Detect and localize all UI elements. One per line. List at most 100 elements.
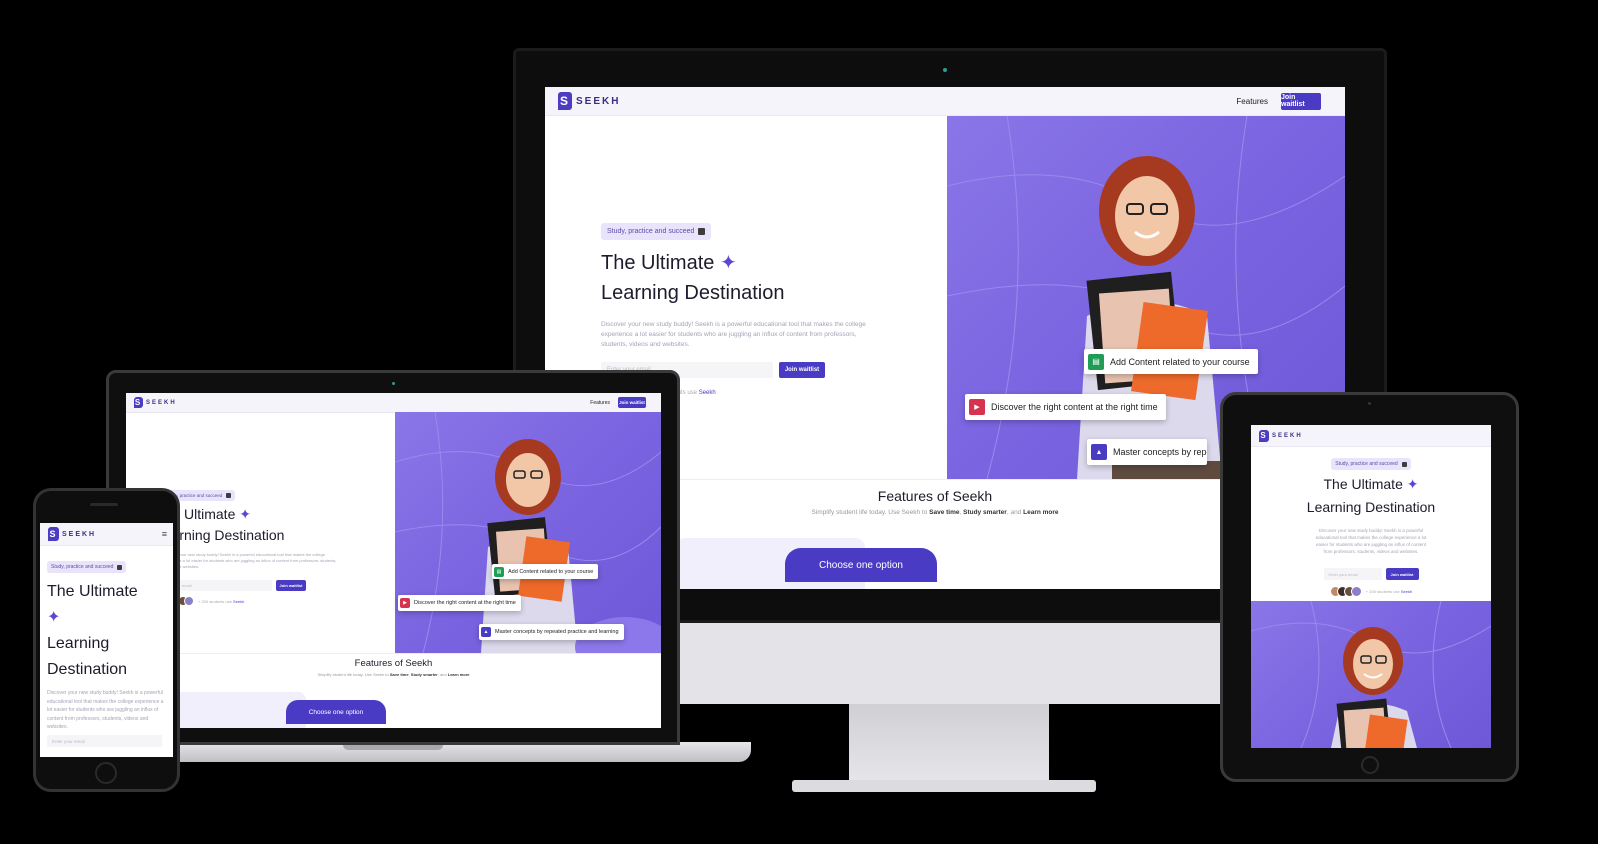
- students-brand: Seekh: [1400, 589, 1413, 594]
- hero-pill: Study, practice and succeed: [47, 561, 127, 573]
- hero-illustration: [395, 412, 661, 653]
- hero-pill: Study, practice and succeed: [1331, 458, 1411, 470]
- tablet-hero: Study, practice and succeed The Ultimate…: [1251, 452, 1491, 597]
- card-discover-label: Discover the right content at the right …: [414, 600, 516, 606]
- laptop-camera: [392, 382, 395, 385]
- features-title: Features of Seekh: [354, 658, 433, 669]
- hero-title-learning: Learning: [47, 635, 110, 652]
- sparkle-icon: ✦: [47, 609, 61, 626]
- hero-join-waitlist-button[interactable]: Join waitlist: [1385, 568, 1419, 580]
- hero-description: Discover your new study buddy! Seekh is …: [1315, 528, 1427, 554]
- learn-more-link[interactable]: Learn more: [448, 672, 470, 677]
- choose-one-option-button[interactable]: Choose one option: [785, 548, 937, 582]
- choose-one-option-button[interactable]: Choose one option: [286, 700, 386, 724]
- card-add-content: ▤ Add Content related to your course: [492, 564, 599, 579]
- book-icon: [698, 228, 706, 235]
- students-text: + 200 students use: [1365, 589, 1400, 594]
- nav-join-waitlist-button[interactable]: Join waitlist: [618, 397, 646, 408]
- hero-title: The Ultimate ✦ Learning Destination: [601, 248, 901, 308]
- hero-title: The Ultimate ✦ Learning Destination: [1251, 473, 1491, 519]
- phone-logo[interactable]: S SEEKH: [48, 527, 96, 541]
- book-icon: [226, 493, 232, 498]
- laptop-hero-image: [395, 412, 661, 653]
- logo-mark-icon: S: [48, 527, 59, 541]
- sparkle-icon: ✦: [1406, 476, 1419, 492]
- play-folder-icon: ▶: [400, 598, 410, 608]
- monitor-logo[interactable]: S SEEKH: [558, 92, 620, 110]
- hero-title-line2: Learning Destination: [1306, 499, 1436, 515]
- study-smarter-link[interactable]: Study smarter: [963, 509, 1007, 516]
- features-subtitle: Simplify student life today. Use Seekh t…: [317, 672, 470, 677]
- nav-link-features[interactable]: Features: [590, 400, 610, 406]
- learn-more-link[interactable]: Learn more: [1023, 509, 1058, 516]
- students-brand: Seekh: [233, 598, 245, 604]
- hero-signup-row: Enter your email Join waitlist: [1251, 568, 1491, 580]
- hero-title-line1: The Ultimate: [601, 252, 715, 274]
- hero-title-line1: The Ultimate: [1323, 476, 1403, 492]
- hero-title: The Ultimate ✦ Learning Destination: [47, 579, 169, 683]
- students-count: + 200 students use Seekh: [198, 599, 244, 604]
- hero-join-waitlist-button[interactable]: Join waitlist: [779, 362, 825, 378]
- document-icon: ▤: [1088, 353, 1104, 370]
- hero-title-line2: Learning Destination: [156, 527, 285, 543]
- save-time-link[interactable]: Save time: [929, 509, 959, 516]
- monitor-camera: [943, 68, 947, 72]
- nav-join-waitlist-button[interactable]: Join waitlist: [1281, 92, 1321, 110]
- phone-navbar: S SEEKH ≡: [40, 523, 173, 546]
- monitor-stand-neck: [849, 700, 1049, 782]
- card-master-label: Master concepts by repea: [1113, 447, 1207, 457]
- avatar: [184, 596, 194, 606]
- card-discover: ▶ Discover the right content at the righ…: [398, 595, 521, 611]
- hero-pill-label: Study, practice and succeed: [607, 228, 695, 235]
- save-time-link[interactable]: Save time: [390, 672, 409, 677]
- laptop-navbar: S SEEKH Features Join waitlist: [126, 393, 661, 413]
- avatar-group: + 200 students use Seekh: [1251, 586, 1491, 597]
- email-input[interactable]: Enter your email: [47, 735, 162, 747]
- logo-text: SEEKH: [62, 530, 97, 538]
- students-brand: Seekh: [698, 390, 716, 396]
- graduation-cap-icon: ▲: [1091, 444, 1107, 460]
- hero-pill-label: Study, practice and succeed: [1335, 461, 1398, 467]
- study-smarter-link[interactable]: Study smarter: [411, 672, 438, 677]
- email-input[interactable]: Enter your email: [1323, 568, 1382, 580]
- hamburger-icon[interactable]: ≡: [162, 529, 167, 539]
- card-master-label: Master concepts by repeated practice and…: [495, 629, 619, 635]
- students-text: + 200 students use: [198, 598, 232, 604]
- card-discover-label: Discover the right content at the right …: [991, 402, 1158, 412]
- tablet-logo[interactable]: S SEEKH: [1259, 429, 1303, 442]
- hero-title-line2: Learning Destination: [601, 282, 785, 304]
- book-icon: [1401, 461, 1407, 467]
- laptop-logo[interactable]: S SEEKH: [134, 397, 177, 408]
- tablet-navbar: S SEEKH: [1251, 425, 1491, 447]
- avatar-group: + 200 students use Seekh: [178, 596, 392, 606]
- phone-screen: S SEEKH ≡ Study, practice and succeed Th…: [40, 523, 173, 757]
- students-count: + 200 students use Seekh: [1366, 589, 1412, 594]
- nav-link-features[interactable]: Features: [1236, 97, 1268, 106]
- features-and: and: [1010, 509, 1022, 516]
- features-subtitle-prefix: Simplify student life today. Use Seekh t…: [317, 672, 389, 677]
- sparkle-icon: ✦: [719, 252, 737, 274]
- card-add-content-label: Add Content related to your course: [1110, 356, 1250, 367]
- laptop-screen: S SEEKH Features Join waitlist Study, pr…: [126, 393, 661, 728]
- logo-text: SEEKH: [576, 95, 621, 107]
- laptop-nav-right: Features Join waitlist: [590, 397, 646, 408]
- hero-signup-row: email Join waitlist: [162, 580, 392, 591]
- card-add-content: ▤ Add Content related to your course: [1084, 349, 1258, 374]
- hero-join-waitlist-button[interactable]: Join waitlist: [276, 580, 306, 591]
- tablet-hero-image: [1251, 601, 1491, 748]
- features-subtitle-prefix: Simplify student life today. Use Seekh t…: [811, 509, 928, 516]
- card-master: ▲ Master concepts by repeated practice a…: [479, 624, 624, 640]
- logo-text: SEEKH: [146, 399, 177, 406]
- card-add-content-label: Add Content related to your course: [508, 568, 594, 575]
- document-icon: ▤: [494, 566, 504, 577]
- phone-speaker: [90, 503, 118, 506]
- monitor-stand-base: [792, 780, 1096, 792]
- phone-hero: Study, practice and succeed The Ultimate…: [47, 555, 169, 747]
- card-discover: ▶ Discover the right content at the righ…: [965, 394, 1166, 420]
- phone-home-button: [95, 762, 117, 784]
- device-mockup-stage: S SEEKH Features Join waitlist Study, pr…: [0, 0, 1598, 844]
- book-icon: [117, 564, 123, 570]
- tablet-home-button: [1361, 756, 1379, 774]
- hero-pill-label: Study, practice and succeed: [51, 564, 114, 570]
- card-master: ▲ Master concepts by repea: [1087, 439, 1207, 465]
